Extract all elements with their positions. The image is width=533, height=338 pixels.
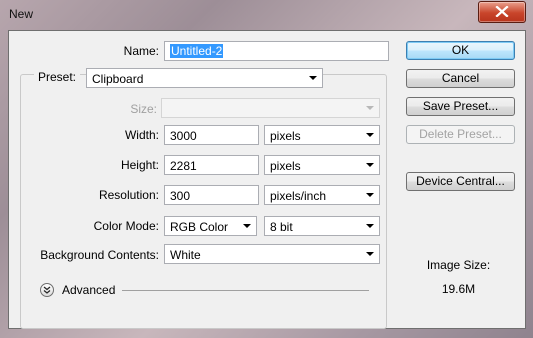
chevron-down-icon — [366, 106, 374, 110]
height-label: Height: — [120, 158, 159, 172]
width-value: 3000 — [170, 129, 197, 143]
background-contents-value: White — [170, 248, 201, 262]
width-input[interactable]: 3000 — [164, 125, 259, 145]
width-unit-value: pixels — [270, 129, 301, 143]
height-value: 2281 — [170, 159, 197, 173]
background-contents-dropdown[interactable]: White — [164, 244, 380, 264]
chevron-down-icon — [366, 163, 374, 167]
advanced-divider — [122, 290, 369, 291]
height-unit-dropdown[interactable]: pixels — [264, 155, 380, 175]
preset-label: Preset: — [34, 70, 81, 84]
new-document-dialog: New Name: Untitled-2 Preset: Clipboard S… — [0, 0, 533, 338]
preset-dropdown[interactable]: Clipboard — [86, 68, 323, 88]
save-preset-button[interactable]: Save Preset... — [406, 97, 515, 116]
chevron-double-down-icon — [43, 286, 51, 294]
chevron-down-icon — [366, 133, 374, 137]
name-value: Untitled-2 — [170, 44, 224, 58]
color-mode-label: Color Mode: — [93, 219, 159, 233]
resolution-value: 300 — [170, 189, 191, 203]
chevron-down-icon — [366, 224, 374, 228]
height-input[interactable]: 2281 — [164, 155, 259, 175]
background-contents-label: Background Contents: — [40, 248, 159, 262]
height-unit-value: pixels — [270, 159, 301, 173]
color-mode-value: RGB Color — [170, 220, 229, 234]
image-size-value: 19.6M — [441, 282, 476, 296]
device-central-button[interactable]: Device Central... — [406, 172, 515, 191]
name-input[interactable]: Untitled-2 — [164, 41, 389, 61]
chevron-down-icon — [243, 224, 251, 228]
title-bar[interactable]: New — [0, 0, 533, 30]
size-dropdown[interactable] — [161, 98, 380, 118]
chevron-down-icon — [366, 193, 374, 197]
name-label: Name: — [123, 44, 159, 58]
resolution-label: Resolution: — [98, 188, 159, 202]
width-unit-dropdown[interactable]: pixels — [264, 125, 380, 145]
advanced-toggle-button[interactable] — [40, 283, 54, 297]
chevron-down-icon — [366, 252, 374, 256]
resolution-unit-value: pixels/inch — [270, 189, 327, 203]
window-title: New — [9, 7, 34, 21]
close-button[interactable] — [478, 1, 526, 23]
dialog-body: Name: Untitled-2 Preset: Clipboard Size:… — [8, 30, 526, 329]
resolution-input[interactable]: 300 — [164, 185, 259, 205]
advanced-label: Advanced — [62, 283, 116, 297]
bit-depth-value: 8 bit — [270, 220, 293, 234]
width-label: Width: — [124, 128, 159, 142]
cancel-button[interactable]: Cancel — [406, 69, 515, 88]
size-label: Size: — [130, 102, 157, 116]
bit-depth-dropdown[interactable]: 8 bit — [264, 216, 380, 236]
color-mode-dropdown[interactable]: RGB Color — [164, 216, 257, 236]
delete-preset-button[interactable]: Delete Preset... — [406, 125, 515, 144]
ok-button[interactable]: OK — [406, 41, 515, 60]
preset-value: Clipboard — [92, 72, 144, 86]
close-icon — [495, 6, 509, 17]
chevron-down-icon — [309, 76, 317, 80]
resolution-unit-dropdown[interactable]: pixels/inch — [264, 185, 380, 205]
image-size-label: Image Size: — [426, 258, 491, 272]
